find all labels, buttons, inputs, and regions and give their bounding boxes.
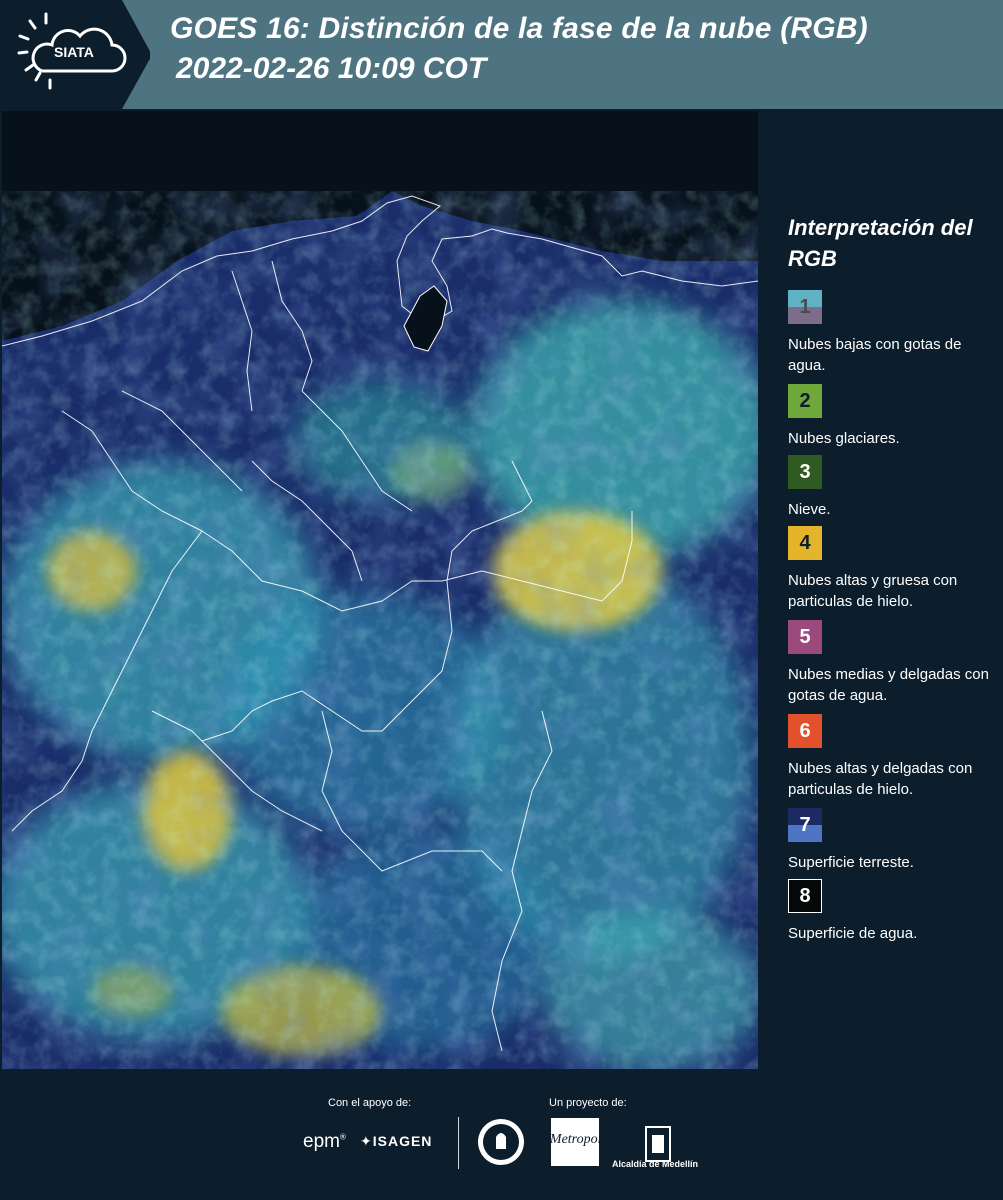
epm-logo: epm®	[303, 1131, 346, 1152]
legend-label-7: Superficie terreste.	[788, 854, 914, 871]
satellite-image	[2, 111, 758, 1069]
legend-label-2: Nubes glaciares.	[788, 430, 900, 447]
legend-label-5: Nubes medias y delgadas con gotas de agu…	[788, 666, 989, 704]
header-bar: SIATA GOES 16: Distinción de la fase de …	[0, 0, 1003, 109]
svg-text:Área Metropolitana: Área Metropolitana	[550, 1130, 600, 1147]
legend-item-5: 5 Nubes medias y delgadas con gotas de a…	[788, 620, 998, 714]
page-title: GOES 16: Distinción de la fase de la nub…	[170, 12, 868, 45]
legend-title: Interpretación del RGB	[788, 215, 973, 271]
legend-swatch-4: 4	[788, 526, 822, 560]
legend-swatch-5: 5	[788, 620, 822, 654]
legend-label-6: Nubes altas y delgadas con particulas de…	[788, 760, 973, 798]
legend-label-3: Nieve.	[788, 501, 831, 518]
seal-logo-icon	[478, 1119, 524, 1165]
satellite-map	[2, 111, 758, 1069]
timestamp: 2022-02-26 10:09 COT	[176, 52, 487, 85]
legend-item-8: 8 Superficie de agua.	[788, 879, 998, 950]
project-label: Un proyecto de:	[549, 1097, 627, 1109]
legend-swatch-2: 2	[788, 384, 822, 418]
legend-swatch-7: 7	[788, 808, 822, 842]
legend-item-2: 2 Nubes glaciares.	[788, 384, 998, 455]
legend-label-1: Nubes bajas con gotas de agua.	[788, 336, 962, 374]
legend-item-7: 7 Superficie terreste.	[788, 808, 998, 879]
legend-panel: Interpretación del RGB 1 Nubes bajas con…	[788, 212, 998, 950]
area-metropolitana-logo: Área Metropolitana	[550, 1118, 600, 1166]
logo-text: SIATA	[54, 44, 94, 60]
isagen-logo: ✦ISAGEN	[360, 1133, 433, 1149]
footer: Con el apoyo de: Un proyecto de: epm® ✦I…	[0, 1071, 1003, 1200]
legend-swatch-3: 3	[788, 455, 822, 489]
legend-item-1: 1 Nubes bajas con gotas de agua.	[788, 290, 998, 384]
footer-divider	[458, 1117, 459, 1169]
legend-label-4: Nubes altas y gruesa con particulas de h…	[788, 572, 958, 610]
legend-item-6: 6 Nubes altas y delgadas con particulas …	[788, 714, 998, 808]
legend-swatch-8: 8	[788, 879, 822, 913]
legend-item-3: 3 Nieve.	[788, 455, 998, 526]
legend-item-4: 4 Nubes altas y gruesa con particulas de…	[788, 526, 998, 620]
support-label: Con el apoyo de:	[328, 1097, 412, 1109]
legend-label-8: Superficie de agua.	[788, 925, 918, 942]
legend-swatch-1: 1	[788, 290, 822, 324]
medellin-text: Alcaldía de Medellín	[612, 1159, 699, 1169]
legend-swatch-6: 6	[788, 714, 822, 748]
